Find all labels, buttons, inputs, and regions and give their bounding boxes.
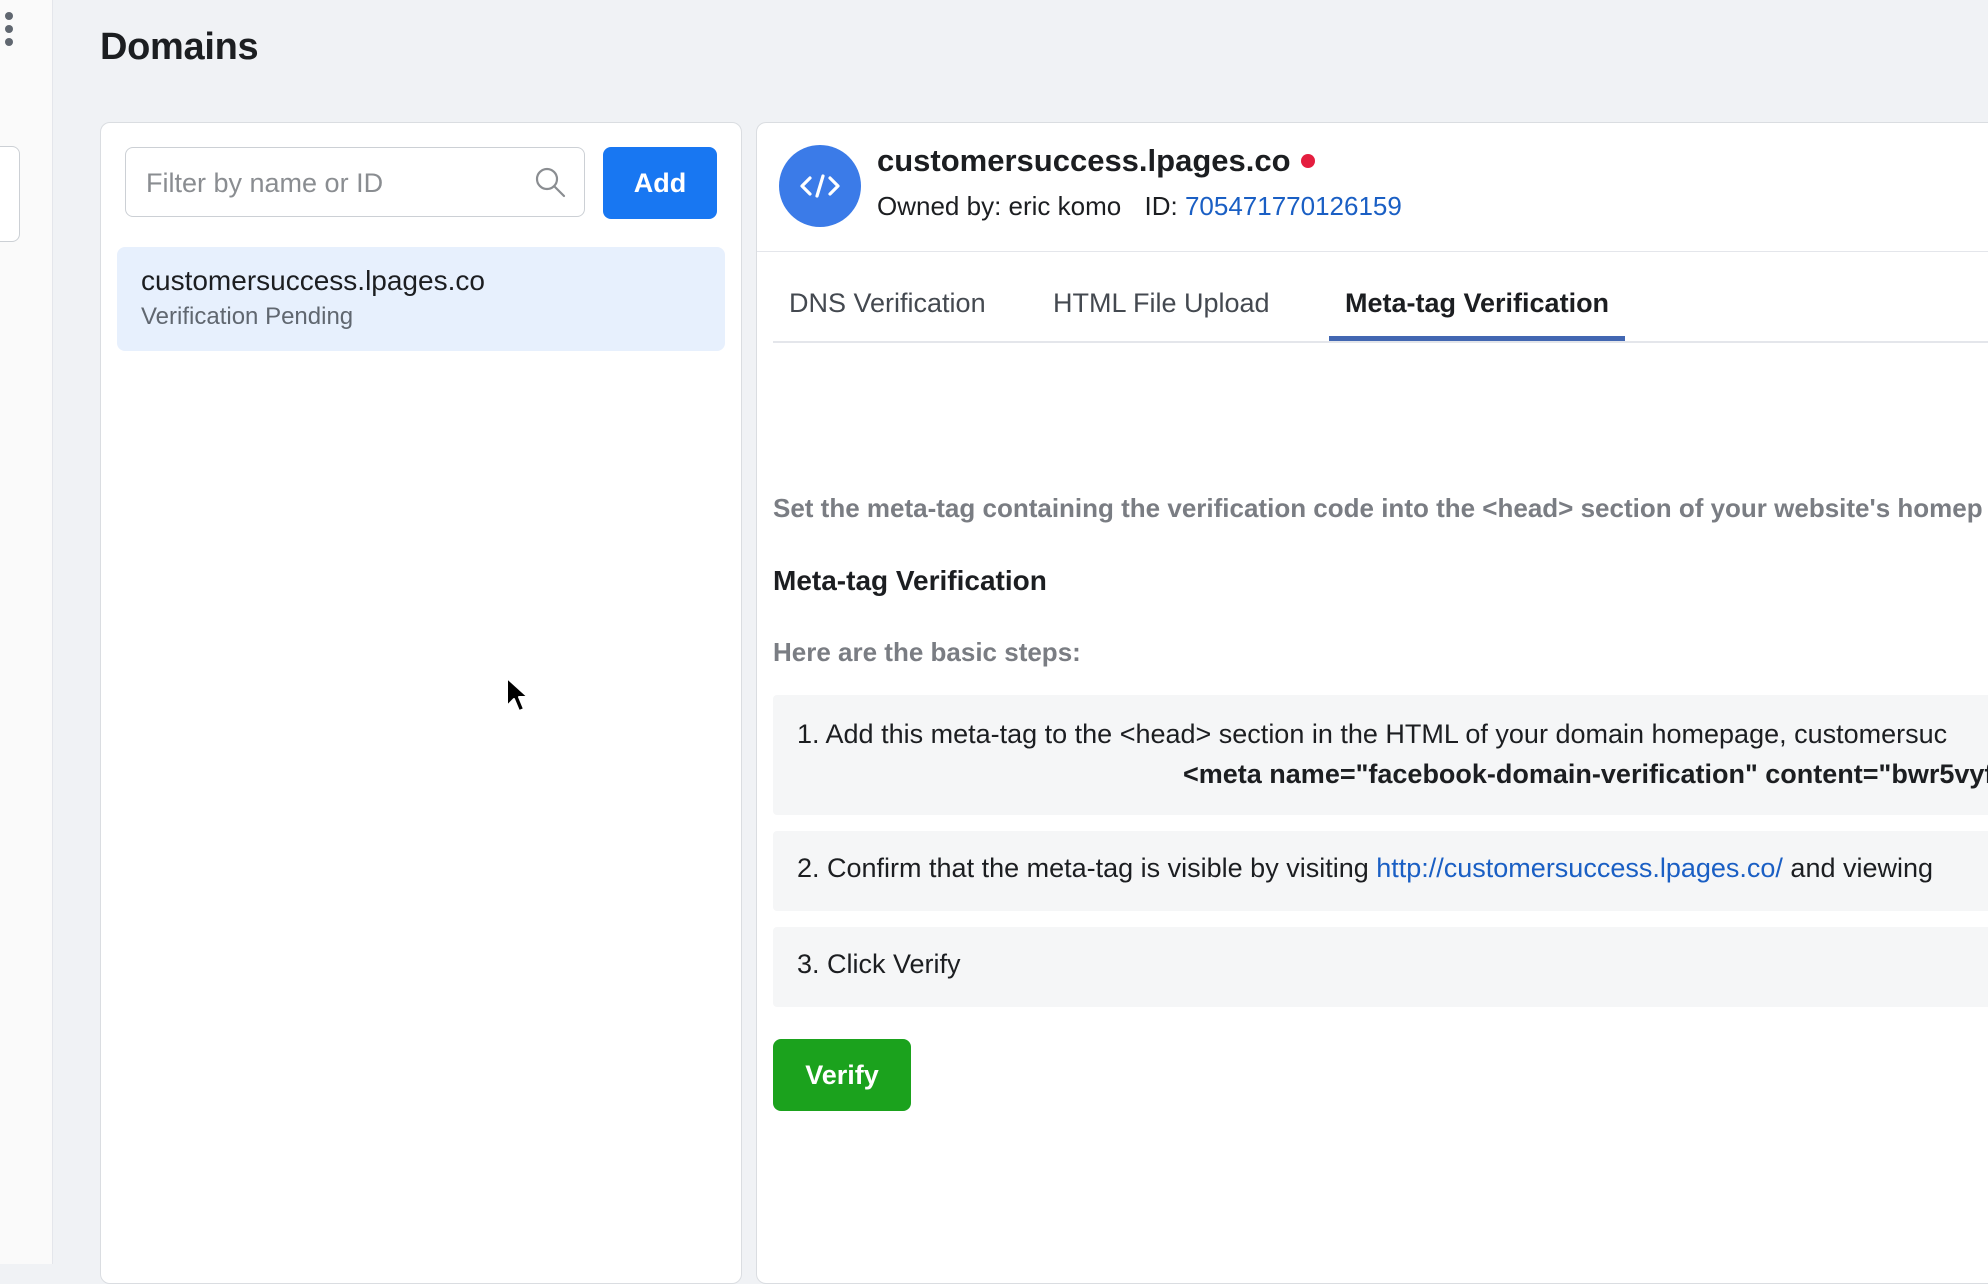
search-icon[interactable] <box>534 166 566 198</box>
code-icon <box>779 145 861 227</box>
more-options-icon[interactable] <box>2 12 16 52</box>
tab-dns-verification[interactable]: DNS Verification <box>789 273 986 341</box>
section-heading: Meta-tag Verification <box>773 565 1047 596</box>
step-2: 2. Confirm that the meta-tag is visible … <box>773 831 1988 911</box>
step-2-text: 2. Confirm that the meta-tag is visible … <box>797 853 1933 884</box>
homepage-link[interactable]: http://customersuccess.lpages.co/ <box>1376 853 1783 883</box>
step-3-text: 3. Click Verify <box>797 949 961 979</box>
divider <box>757 251 1988 252</box>
domain-list-panel: Add customersuccess.lpages.co Verificati… <box>100 122 742 1284</box>
left-rail <box>0 0 53 1264</box>
add-button[interactable]: Add <box>603 147 717 219</box>
page-title: Domains <box>100 26 259 68</box>
step-3: 3. Click Verify <box>773 927 1988 1007</box>
rail-card[interactable] <box>0 146 20 242</box>
verification-tabs: DNS Verification HTML File Upload Meta-t… <box>773 273 1988 463</box>
list-item[interactable]: customersuccess.lpages.co Verification P… <box>117 247 725 351</box>
tab-html-file-upload[interactable]: HTML File Upload <box>1053 273 1270 341</box>
domain-detail-panel: customersuccess.lpages.co Owned by: eric… <box>756 122 1988 1284</box>
detail-header: customersuccess.lpages.co <box>877 143 1315 179</box>
steps-intro: Here are the basic steps: <box>773 637 1081 667</box>
domain-status: Verification Pending <box>141 303 354 330</box>
status-dot <box>1300 154 1315 168</box>
search-box[interactable] <box>125 147 585 218</box>
step-2-suffix: and viewing <box>1782 853 1934 883</box>
owned-by-label: Owned by: <box>877 191 1002 221</box>
tab-bar: DNS Verification HTML File Upload Meta-t… <box>773 273 1988 343</box>
intro-text: Set the meta-tag containing the verifica… <box>773 493 1983 523</box>
domain-name: customersuccess.lpages.co <box>141 265 485 296</box>
meta-tag-code: <meta name="facebook-domain-verification… <box>1183 759 1988 789</box>
detail-domain-name: customersuccess.lpages.co <box>877 143 1291 178</box>
step-2-prefix: 2. Confirm that the meta-tag is visible … <box>797 853 1377 883</box>
id-value[interactable]: 705471770126159 <box>1185 191 1402 221</box>
verify-button[interactable]: Verify <box>773 1039 911 1111</box>
mouse-cursor-icon <box>506 677 529 712</box>
step-1-text: 1. Add this meta-tag to the <head> secti… <box>797 719 1948 749</box>
detail-meta: Owned by: eric komo ID: 705471770126159 <box>877 191 1402 222</box>
step-1: 1. Add this meta-tag to the <head> secti… <box>773 695 1988 815</box>
search-input[interactable] <box>144 148 528 218</box>
tab-meta-tag-verification[interactable]: Meta-tag Verification <box>1329 273 1626 341</box>
owner-name: eric komo <box>1008 191 1122 221</box>
id-label: ID: <box>1144 191 1178 221</box>
